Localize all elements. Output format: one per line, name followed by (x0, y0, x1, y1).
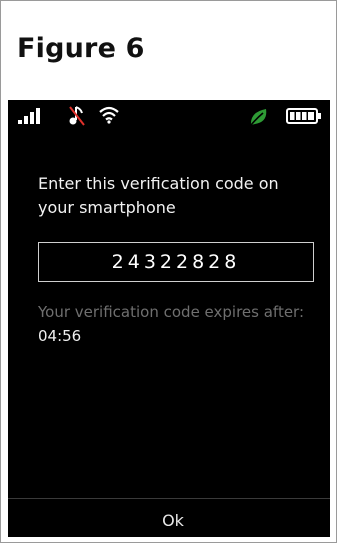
expiry-label: Your verification code expires after: (38, 303, 305, 321)
figure-frame: Figure 6 Enter this verification code on… (0, 0, 337, 543)
battery-full-icon (286, 108, 321, 124)
music-off-icon (69, 106, 85, 126)
expiry-countdown: 04:56 (38, 327, 82, 345)
expiry-message: Your verification code expires after: 04… (38, 300, 323, 348)
verification-prompt: Enter this verification code on your sma… (38, 174, 279, 217)
ok-softkey-button[interactable]: Ok (148, 510, 198, 532)
figure-title: Figure 6 (17, 33, 145, 64)
verification-code: 24322828 (111, 251, 241, 273)
status-bar (8, 100, 330, 132)
signal-bars-icon (18, 108, 40, 124)
wifi-icon (99, 106, 119, 124)
verification-code-box: 24322828 (38, 242, 314, 282)
softkey-divider (8, 498, 330, 499)
eco-leaf-icon (250, 109, 267, 126)
phone-screen: Enter this verification code on your sma… (8, 100, 330, 537)
